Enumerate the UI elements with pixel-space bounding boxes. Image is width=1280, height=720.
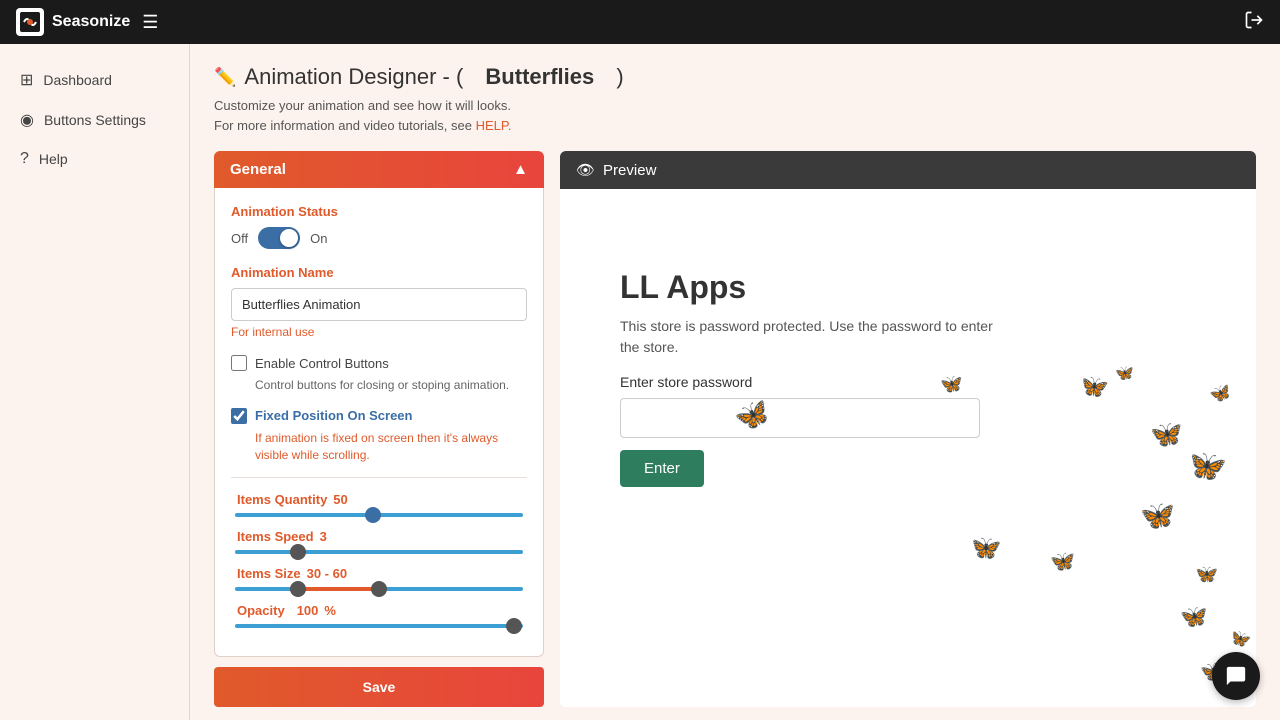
items-speed-row: Items Speed3: [231, 529, 527, 554]
store-input-label: Enter store password: [620, 374, 1196, 390]
store-desc: This store is password protected. Use th…: [620, 316, 1000, 358]
items-quantity-thumb[interactable]: [365, 507, 381, 523]
items-size-thumb-min[interactable]: [290, 581, 306, 597]
butterfly-11: 🦋: [1193, 562, 1219, 587]
opacity-row: Opacity100%: [231, 603, 527, 628]
items-size-track: [235, 587, 523, 591]
title-prefix: Animation Designer - (: [244, 64, 463, 90]
toggle-row: Off On: [231, 227, 527, 249]
collapse-icon[interactable]: ▲: [513, 161, 528, 178]
toggle-thumb: [280, 229, 298, 247]
two-col-layout: General ▲ Animation Status Off On Animat…: [214, 151, 1256, 707]
sidebar: ⊞ Dashboard ◉ Buttons Settings ? Help: [0, 44, 190, 720]
dashboard-icon: ⊞: [20, 70, 33, 90]
title-suffix: ): [616, 64, 623, 90]
items-quantity-label: Items Quantity50: [231, 492, 527, 507]
chat-bubble[interactable]: [1212, 652, 1260, 700]
opacity-track: [235, 624, 523, 628]
animation-name-hint: For internal use: [231, 325, 527, 339]
topbar: Seasonize ☰: [0, 0, 1280, 44]
items-size-thumb-max[interactable]: [371, 581, 387, 597]
help-link[interactable]: HELP.: [476, 118, 512, 133]
page-title: ✏️ Animation Designer - ( Butterflies ): [214, 64, 1256, 90]
items-size-label: Items Size30 - 60: [231, 566, 527, 581]
items-quantity-track: [235, 513, 523, 517]
store-content: LL Apps This store is password protected…: [560, 189, 1256, 507]
topbar-left: Seasonize ☰: [16, 8, 158, 36]
sidebar-item-help[interactable]: ? Help: [0, 140, 189, 178]
items-speed-thumb[interactable]: [290, 544, 306, 560]
content-area: ✏️ Animation Designer - ( Butterflies ) …: [190, 44, 1280, 720]
main-layout: ⊞ Dashboard ◉ Buttons Settings ? Help ✏️…: [0, 44, 1280, 720]
eye-icon: 👁: [576, 161, 595, 179]
enable-control-desc: Control buttons for closing or stoping a…: [255, 377, 527, 394]
store-password-input[interactable]: [620, 398, 980, 438]
page-header: ✏️ Animation Designer - ( Butterflies ) …: [214, 64, 1256, 135]
panel-title: General: [230, 161, 286, 178]
logo: Seasonize: [16, 8, 130, 36]
toggle-on-label: On: [310, 231, 327, 246]
butterfly-13: 🦋: [1226, 625, 1253, 652]
divider: [231, 477, 527, 478]
buttons-icon: ◉: [20, 110, 34, 130]
save-button[interactable]: Save: [214, 667, 544, 707]
sidebar-label-dashboard: Dashboard: [43, 72, 112, 88]
fixed-position-desc: If animation is fixed on screen then it'…: [255, 430, 527, 464]
save-bar: Save: [214, 667, 544, 707]
sliders-section: Items Quantity50 Items Speed3: [231, 492, 527, 628]
butterfly-12: 🦋: [1180, 604, 1207, 630]
exit-button[interactable]: [1244, 10, 1264, 35]
items-speed-label: Items Speed3: [231, 529, 527, 544]
preview-header: 👁 Preview: [560, 151, 1256, 189]
preview-label: Preview: [603, 162, 656, 179]
logo-icon: [16, 8, 44, 36]
pencil-icon: ✏️: [214, 67, 236, 88]
app-name: Seasonize: [52, 13, 130, 31]
opacity-thumb[interactable]: [506, 618, 522, 634]
page-subtitle: Customize your animation and see how it …: [214, 96, 1256, 135]
preview-body: LL Apps This store is password protected…: [560, 189, 1256, 707]
butterfly-8: 🦋: [1050, 549, 1075, 574]
store-enter-button[interactable]: Enter: [620, 450, 704, 487]
opacity-label: Opacity100%: [231, 603, 527, 618]
title-bold: Butterflies: [485, 64, 594, 90]
animation-toggle[interactable]: [258, 227, 300, 249]
enable-control-row: Enable Control Buttons: [231, 355, 527, 371]
store-title: LL Apps: [620, 269, 1196, 306]
help-icon: ?: [20, 150, 29, 168]
animation-name-label: Animation Name: [231, 265, 527, 280]
preview-panel: 👁 Preview LL Apps This store is password…: [560, 151, 1256, 707]
panel-body: Animation Status Off On Animation Name F…: [214, 188, 544, 657]
panel-header: General ▲: [214, 151, 544, 188]
items-quantity-row: Items Quantity50: [231, 492, 527, 517]
menu-icon[interactable]: ☰: [142, 12, 158, 33]
sidebar-item-buttons-settings[interactable]: ◉ Buttons Settings: [0, 100, 189, 140]
fixed-position-checkbox[interactable]: [231, 408, 247, 424]
animation-status-label: Animation Status: [231, 204, 527, 219]
general-panel: General ▲ Animation Status Off On Animat…: [214, 151, 544, 707]
enable-control-checkbox[interactable]: [231, 355, 247, 371]
fixed-position-row: Fixed Position On Screen: [231, 408, 527, 424]
sidebar-label-help: Help: [39, 151, 68, 167]
items-speed-track: [235, 550, 523, 554]
butterfly-dragonfly: 🦋: [1217, 706, 1245, 708]
items-size-row: Items Size30 - 60: [231, 566, 527, 591]
sidebar-label-buttons: Buttons Settings: [44, 112, 146, 128]
fixed-position-label: Fixed Position On Screen: [255, 408, 412, 423]
sidebar-item-dashboard[interactable]: ⊞ Dashboard: [0, 60, 189, 100]
butterfly-7: 🦋: [967, 531, 1003, 567]
animation-name-input[interactable]: [231, 288, 527, 321]
enable-control-label: Enable Control Buttons: [255, 356, 389, 371]
toggle-off-label: Off: [231, 231, 248, 246]
